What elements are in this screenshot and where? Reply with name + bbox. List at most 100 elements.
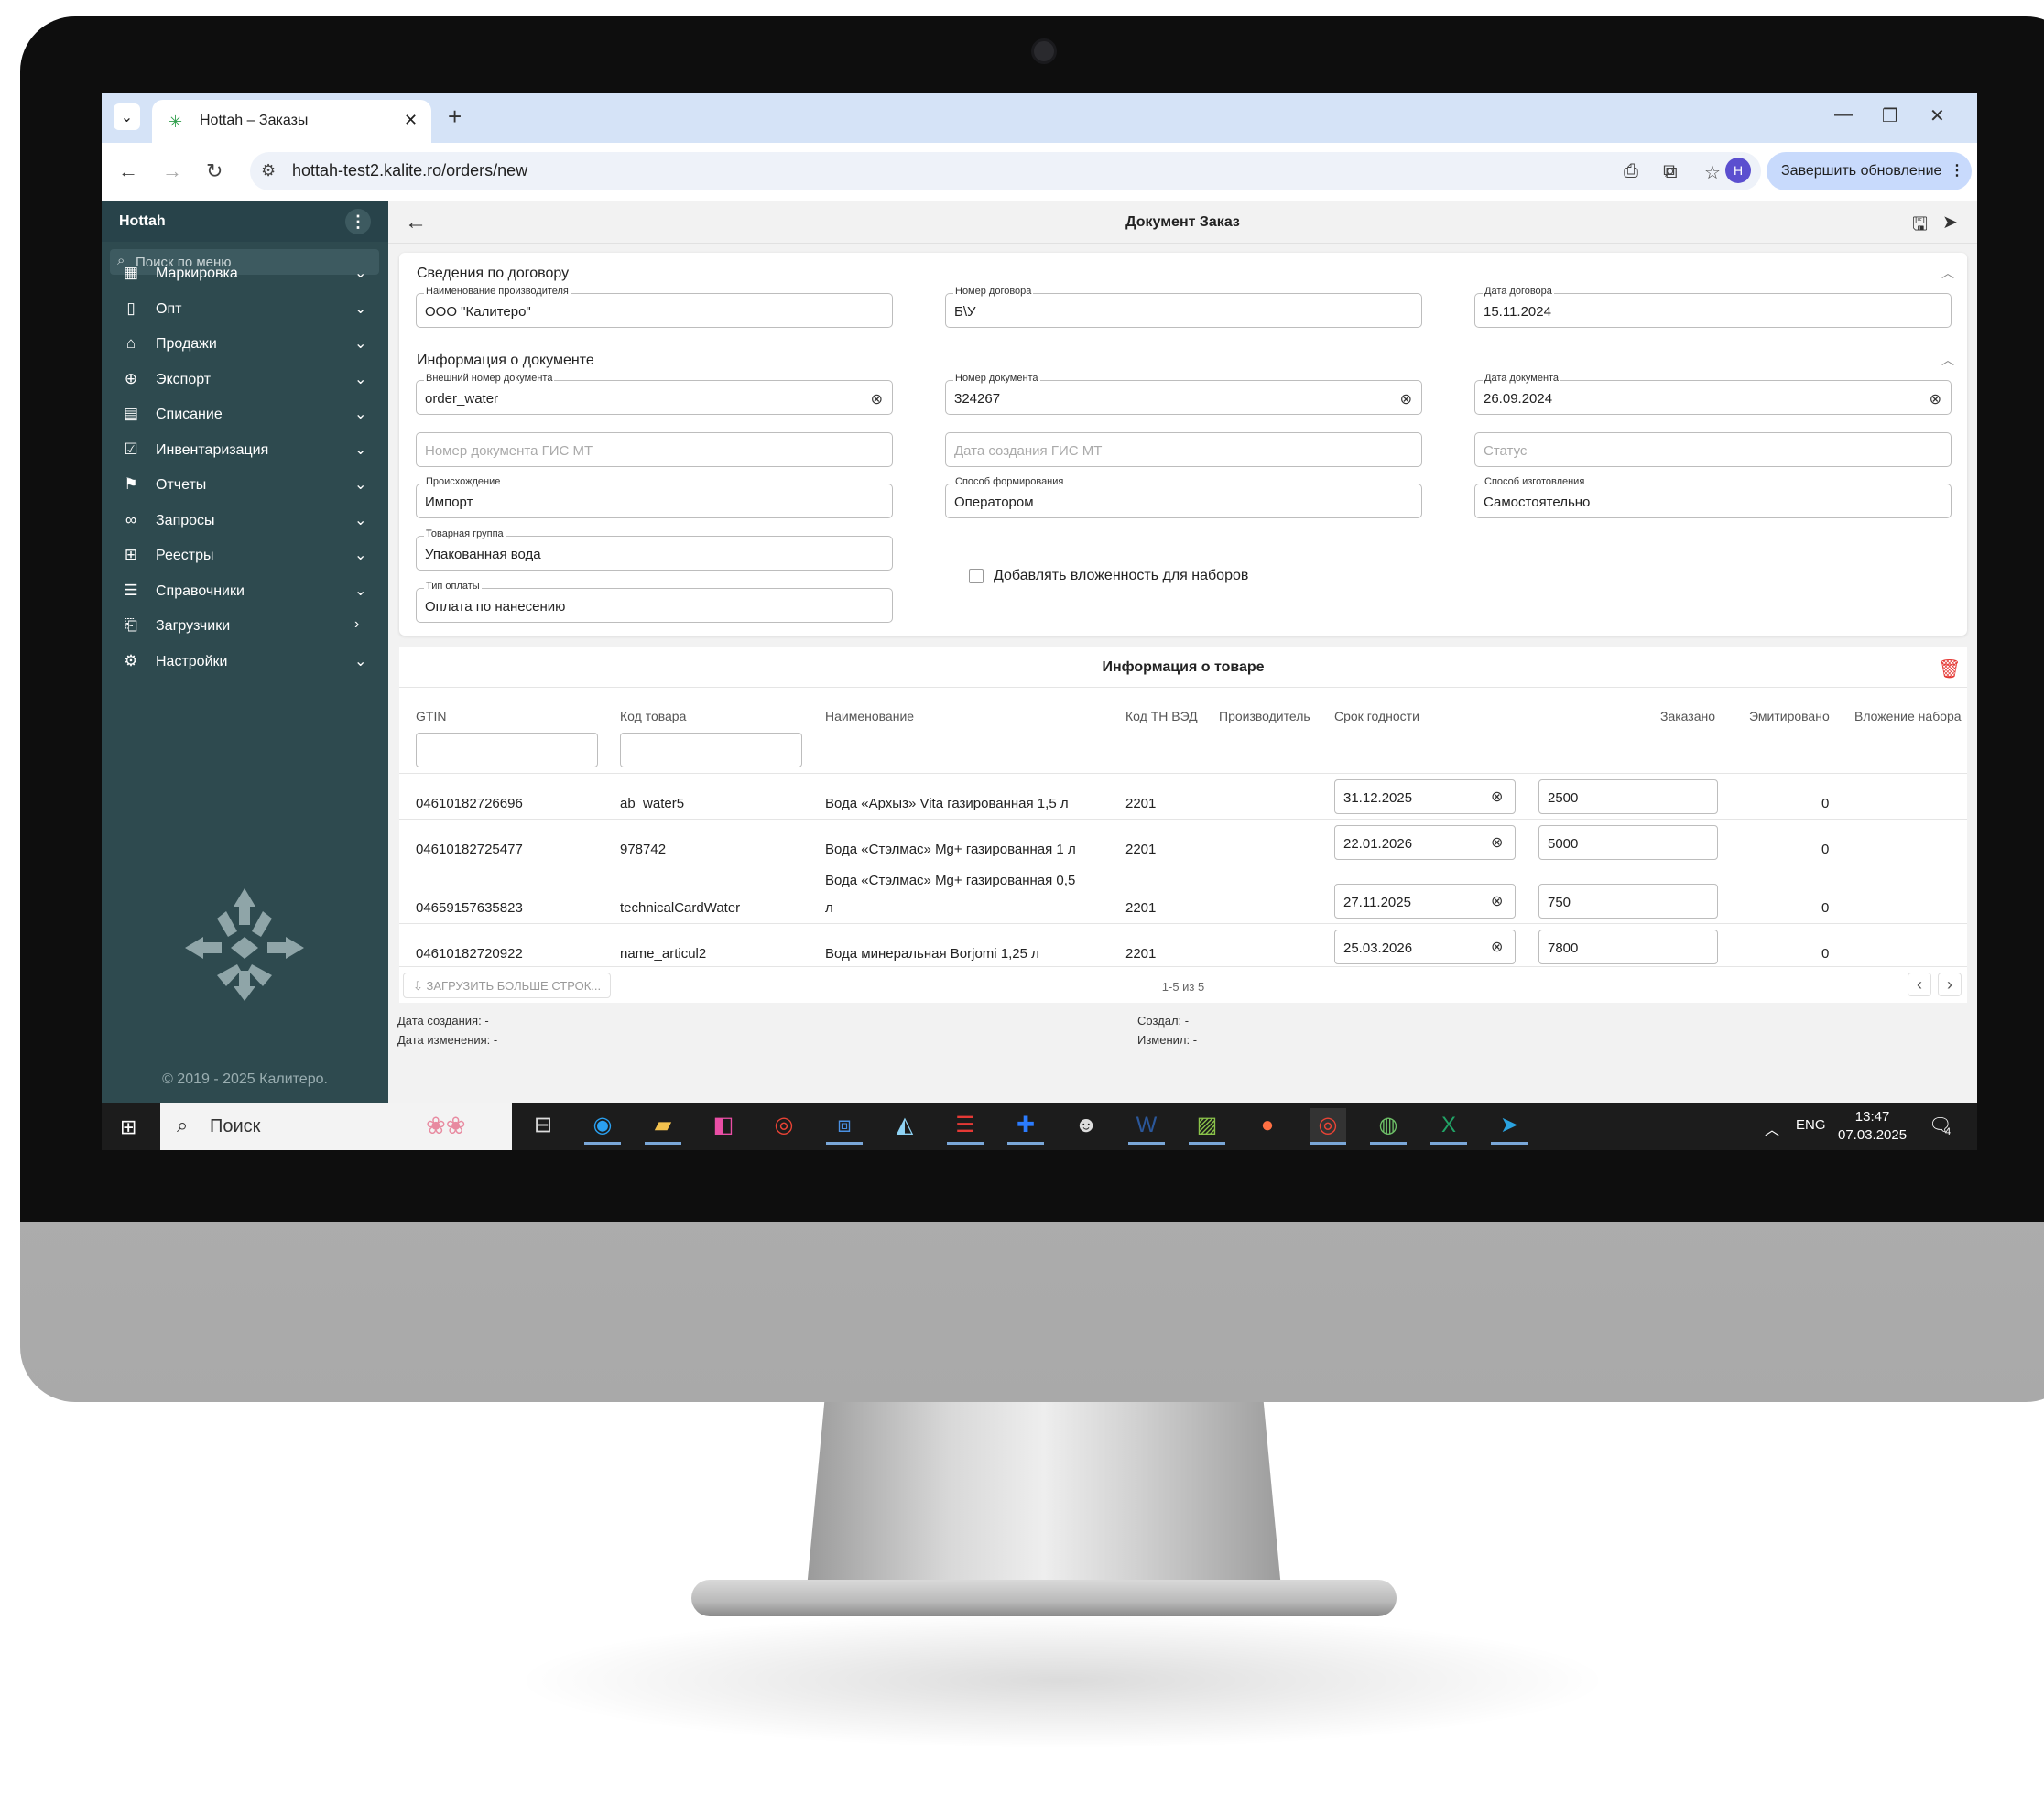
new-tab-icon[interactable]: +: [448, 104, 462, 128]
ordered-qty-input[interactable]: 750: [1538, 884, 1718, 919]
task-view-icon[interactable]: ⊟: [525, 1108, 561, 1145]
globe-app-icon[interactable]: ◍: [1370, 1108, 1407, 1145]
sidebar-item-4[interactable]: ⊕ Экспорт ⌄: [102, 363, 388, 397]
clear-icon[interactable]: ⊗: [1491, 892, 1503, 910]
expiry-date-input[interactable]: 22.01.2026 ⊗: [1334, 825, 1516, 860]
tab-search-button[interactable]: ⌄: [114, 103, 140, 130]
sidebar-item-8[interactable]: ∞ Запросы ⌄: [102, 504, 388, 538]
browser-menu-icon[interactable]: ⋮: [1950, 152, 1964, 190]
extensions-icon[interactable]: ⧉: [1663, 159, 1678, 183]
profile-avatar[interactable]: H: [1725, 158, 1751, 183]
contract-date-field[interactable]: Дата договора 15.11.2024: [1474, 286, 1952, 328]
file-explorer-icon[interactable]: ▰: [645, 1108, 681, 1145]
network-icon[interactable]: ⧈: [826, 1108, 863, 1145]
contract-number-field[interactable]: Номер договора Б\У: [945, 286, 1422, 328]
next-page-icon[interactable]: ›: [1938, 973, 1962, 996]
forward-icon[interactable]: →: [162, 159, 182, 183]
gis-date-field[interactable]: Дата создания ГИС МТ: [945, 432, 1422, 467]
todoist-icon[interactable]: ☰: [947, 1108, 984, 1145]
taskbar-search[interactable]: ⌕ Поиск ❀❀: [160, 1103, 512, 1150]
image-editor-icon[interactable]: ▨: [1189, 1108, 1225, 1145]
telegram-icon[interactable]: ➤: [1491, 1108, 1528, 1145]
code-filter-input[interactable]: [620, 733, 802, 767]
table-row[interactable]: 04610182725477 978742 2201 Вода «Стэлмас» M…: [399, 819, 1967, 865]
sidebar-item-3[interactable]: ⌂ Продажи ⌄: [102, 327, 388, 362]
table-row[interactable]: 04610182720922 name_articul2 2201 Вода мине…: [399, 923, 1967, 969]
word-icon[interactable]: W: [1128, 1108, 1165, 1145]
col-manufacturer[interactable]: Производитель: [1219, 709, 1310, 723]
excel-icon[interactable]: X: [1430, 1108, 1467, 1145]
sidebar-item-2[interactable]: ▯ Опт ⌄: [102, 292, 388, 327]
trash-icon[interactable]: 🗑: [1938, 658, 1961, 680]
clear-icon[interactable]: ⊗: [1930, 390, 1941, 408]
origin-field[interactable]: Происхождение Импорт: [416, 476, 893, 518]
back-icon[interactable]: ←: [118, 159, 138, 183]
address-bar[interactable]: ⚙ hottah-test2.kalite.ro/orders/new ⎙ ⌕ …: [250, 152, 1761, 190]
clear-icon[interactable]: ⊗: [1491, 833, 1503, 852]
prev-page-icon[interactable]: ‹: [1908, 973, 1931, 996]
postman-icon[interactable]: ●: [1249, 1108, 1286, 1145]
windows-start-icon[interactable]: ⊞: [120, 1115, 136, 1139]
external-number-field[interactable]: Внешний номер документа order_water ⊗: [416, 373, 893, 415]
sidebar-item-11[interactable]: ⎗ Загрузчики ›: [102, 609, 388, 644]
ordered-qty-input[interactable]: 2500: [1538, 779, 1718, 814]
expiry-date-input[interactable]: 31.12.2025 ⊗: [1334, 779, 1516, 814]
col-name[interactable]: Наименование: [825, 709, 914, 723]
sidebar-item-1[interactable]: ▦ Маркировка ⌄: [102, 256, 388, 291]
site-info-icon[interactable]: ⚙: [261, 161, 276, 180]
collapse-document-icon[interactable]: ︿: [1941, 351, 1954, 369]
window-close-icon[interactable]: ✕: [1930, 104, 1945, 127]
sidebar-item-9[interactable]: ⊞ Реестры ⌄: [102, 538, 388, 573]
sidebar-item-7[interactable]: ⚑ Отчеты ⌄: [102, 468, 388, 503]
clear-icon[interactable]: ⊗: [1400, 390, 1412, 408]
meet-icon[interactable]: ✚: [1007, 1108, 1044, 1145]
save-icon[interactable]: 🖫: [1912, 211, 1928, 242]
production-field[interactable]: Способ изготовления Самостоятельно: [1474, 476, 1952, 518]
table-row[interactable]: 04610182726696 ab_water5 2201 Вода «Архыз» …: [399, 773, 1967, 819]
restore-icon[interactable]: ❐: [1882, 104, 1898, 127]
sidebar-item-12[interactable]: ⚙ Настройки ⌄: [102, 645, 388, 680]
ordered-qty-input[interactable]: 5000: [1538, 825, 1718, 860]
send-icon[interactable]: ➤: [1942, 211, 1958, 234]
col-emitted[interactable]: Эмитировано: [1749, 709, 1830, 723]
browser-tab[interactable]: ✳ Hottah – Заказы ✕: [152, 100, 431, 143]
col-tnved[interactable]: Код ТН ВЭД: [1125, 709, 1198, 723]
update-button[interactable]: Завершить обновление ⋮: [1767, 152, 1972, 190]
table-row[interactable]: 04659157635823 technicalCardWater 2201 Вода…: [399, 865, 1967, 923]
nesting-checkbox[interactable]: [969, 569, 984, 583]
gtin-filter-input[interactable]: [416, 733, 598, 767]
col-gtin[interactable]: GTIN: [416, 709, 446, 723]
chrome-icon[interactable]: ◎: [766, 1108, 802, 1145]
col-ordered[interactable]: Заказано: [1660, 709, 1715, 723]
tab-close-icon[interactable]: ✕: [404, 111, 418, 130]
bookmark-star-icon[interactable]: ☆: [1704, 161, 1721, 184]
install-app-icon[interactable]: ⎙: [1624, 161, 1638, 182]
gis-number-field[interactable]: Номер документа ГИС МТ: [416, 432, 893, 467]
ordered-qty-input[interactable]: 7800: [1538, 930, 1718, 964]
col-expiry[interactable]: Срок годности: [1334, 709, 1419, 723]
col-code[interactable]: Код товара: [620, 709, 686, 723]
sidebar-item-6[interactable]: ☑ Инвентаризация ⌄: [102, 433, 388, 468]
intellij-icon[interactable]: ◧: [705, 1108, 742, 1145]
reload-icon[interactable]: ↻: [206, 159, 223, 183]
clock[interactable]: 13:47 07.03.2025: [1838, 1108, 1907, 1145]
document-date-field[interactable]: Дата документа 26.09.2024 ⊗: [1474, 373, 1952, 415]
manufacturer-field[interactable]: Наименование производителя ООО "Калитеро…: [416, 286, 893, 328]
clear-icon[interactable]: ⊗: [1491, 938, 1503, 956]
sidebar-item-10[interactable]: ☰ Справочники ⌄: [102, 574, 388, 609]
payment-type-field[interactable]: Тип оплаты Оплата по нанесению: [416, 581, 893, 623]
clear-icon[interactable]: ⊗: [1491, 788, 1503, 806]
formation-field[interactable]: Способ формирования Оператором: [945, 476, 1422, 518]
minimize-icon[interactable]: —: [1834, 104, 1853, 125]
product-group-field[interactable]: Товарная группа Упакованная вода: [416, 528, 893, 571]
gimp-icon[interactable]: ☻: [1068, 1108, 1104, 1145]
edge-icon[interactable]: ◉: [584, 1108, 621, 1145]
tray-chevron-icon[interactable]: ︿: [1765, 1117, 1779, 1139]
sidebar-item-5[interactable]: ▤ Списание ⌄: [102, 397, 388, 432]
document-number-field[interactable]: Номер документа 324267 ⊗: [945, 373, 1422, 415]
status-field[interactable]: Статус: [1474, 432, 1952, 467]
expiry-date-input[interactable]: 27.11.2025 ⊗: [1334, 884, 1516, 919]
expiry-date-input[interactable]: 25.03.2026 ⊗: [1334, 930, 1516, 964]
col-set-nesting[interactable]: Вложение набора: [1854, 709, 1962, 723]
chrome-profile-icon[interactable]: ◎: [1310, 1108, 1346, 1145]
